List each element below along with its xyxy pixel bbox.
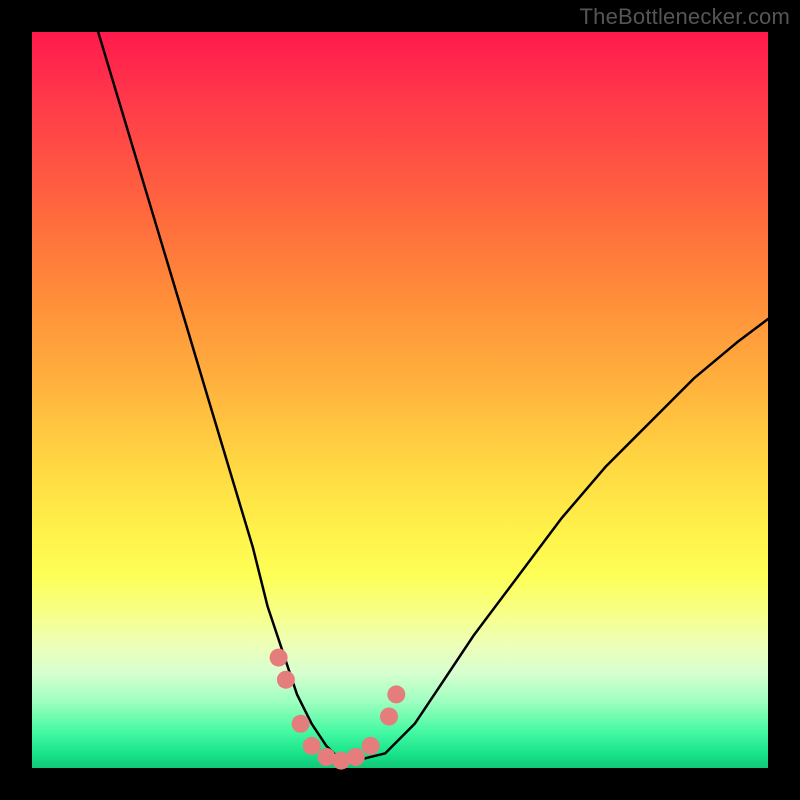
bottleneck-curve-path: [98, 32, 768, 761]
attribution-label: TheBottlenecker.com: [580, 4, 790, 30]
marker-group: [270, 649, 406, 770]
bottleneck-curve: [98, 32, 768, 761]
data-marker: [303, 737, 321, 755]
data-marker: [292, 715, 310, 733]
curve-layer: [32, 32, 768, 768]
plot-area: [32, 32, 768, 768]
data-marker: [380, 708, 398, 726]
data-marker: [387, 685, 405, 703]
data-marker: [362, 737, 380, 755]
data-marker: [347, 748, 365, 766]
data-marker: [277, 671, 295, 689]
chart-frame: TheBottlenecker.com: [0, 0, 800, 800]
data-marker: [270, 649, 288, 667]
